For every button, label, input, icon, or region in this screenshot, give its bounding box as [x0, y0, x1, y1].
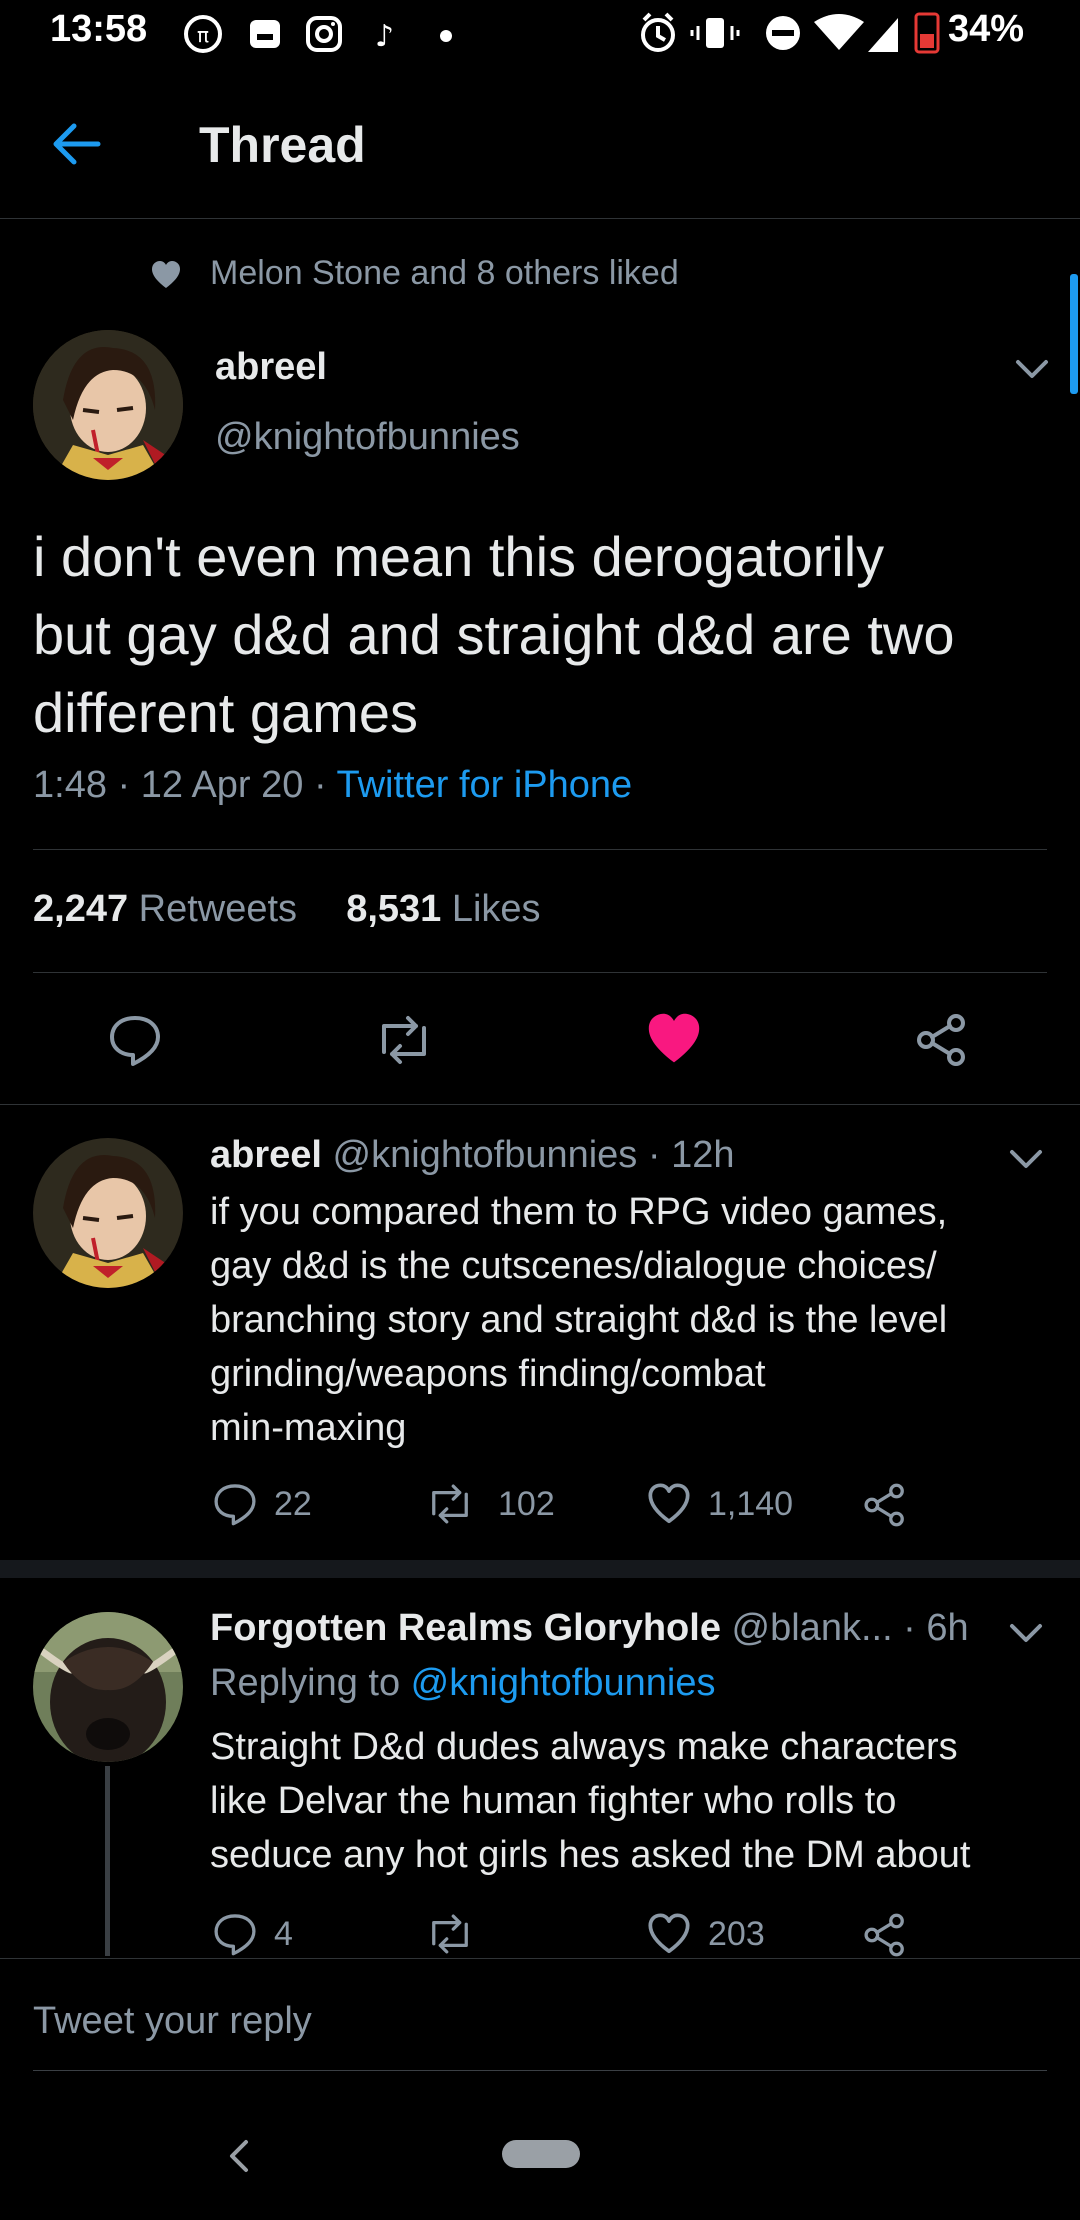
divider — [0, 1104, 1080, 1105]
reply-input[interactable]: Tweet your reply — [33, 2000, 1047, 2043]
chevron-down-icon[interactable] — [1006, 1144, 1046, 1174]
system-icons — [636, 10, 946, 56]
header-divider — [0, 218, 1080, 219]
reply-count: 22 — [274, 1484, 312, 1523]
tweet-text: i don't even mean this derogatorily but … — [33, 518, 954, 752]
back-arrow-icon[interactable] — [48, 116, 104, 172]
reply-text-line: min-maxing — [210, 1407, 407, 1449]
reply-author-name[interactable]: abreel — [210, 1134, 322, 1176]
avatar[interactable] — [33, 1138, 183, 1288]
like-icon-filled[interactable] — [645, 1012, 703, 1066]
like-count: 203 — [708, 1914, 765, 1953]
reply-text-line: Straight D&d dudes always make character… — [210, 1726, 958, 1768]
divider — [33, 972, 1047, 973]
home-pill[interactable] — [502, 2140, 580, 2168]
reply-icon — [214, 1484, 256, 1526]
tweet-text-line: different games — [33, 681, 418, 744]
chevron-down-icon[interactable] — [1006, 1618, 1046, 1648]
retweet-icon[interactable] — [372, 1012, 436, 1068]
retweets-number: 2,247 — [33, 888, 129, 930]
like-action[interactable]: 1,140 — [646, 1480, 793, 1528]
reply-action[interactable]: 22 — [212, 1480, 312, 1528]
thread-line — [105, 1766, 110, 1956]
compose-bar: Tweet your reply — [0, 1958, 1080, 2220]
share-icon[interactable] — [862, 1912, 908, 1958]
scrollbar[interactable] — [1070, 274, 1078, 394]
tweet-source-link[interactable]: Twitter for iPhone — [337, 764, 633, 806]
retweet-icon — [432, 1914, 468, 1954]
retweet-action[interactable]: 102 — [424, 1480, 555, 1528]
reply-author-name[interactable]: Forgotten Realms Gloryhole — [210, 1607, 721, 1649]
retweets-count[interactable]: 2,247 Retweets — [33, 888, 297, 930]
reply-count: 4 — [274, 1914, 293, 1953]
retweet-icon — [432, 1484, 468, 1524]
like-count: 1,140 — [708, 1484, 794, 1523]
retweets-label: Retweets — [138, 888, 298, 930]
reply-text-line: if you compared them to RPG video games, — [210, 1191, 948, 1233]
likes-count[interactable]: 8,531 Likes — [346, 888, 540, 930]
compose-underline — [33, 2070, 1047, 2071]
svg-text:♪: ♪ — [375, 19, 394, 54]
share-icon[interactable] — [862, 1482, 908, 1528]
reply-icon — [214, 1914, 256, 1956]
reply-handle-time[interactable]: @blank... · 6h — [732, 1607, 969, 1649]
reply-text: Straight D&d dudes always make character… — [210, 1720, 970, 1882]
author-handle[interactable]: @knightofbunnies — [215, 416, 520, 459]
tweet-stats: 2,247 Retweets 8,531 Likes — [33, 888, 541, 931]
reply-header: Forgotten Realms Gloryhole @blank... · 6… — [210, 1607, 969, 1650]
replying-to-handle[interactable]: @knightofbunnies — [411, 1662, 716, 1704]
share-icon[interactable] — [914, 1012, 970, 1068]
likes-number: 8,531 — [346, 888, 442, 930]
nav-back-icon[interactable] — [222, 2136, 258, 2176]
retweet-action[interactable] — [424, 1910, 498, 1958]
reply-action[interactable]: 4 — [212, 1910, 293, 1958]
like-action[interactable]: 203 — [646, 1910, 765, 1958]
reply-text-line: like Delvar the human fighter who rolls … — [210, 1780, 897, 1822]
status-time: 13:58 — [50, 8, 148, 50]
reply-text-line: branching story and straight d&d is the … — [210, 1299, 948, 1341]
replying-to-label: Replying to — [210, 1662, 411, 1704]
tweet-text-line: but gay d&d and straight d&d are two — [33, 603, 955, 666]
avatar[interactable] — [33, 1612, 183, 1762]
battery-level: 34% — [948, 8, 1025, 50]
likes-label: Likes — [451, 888, 541, 930]
avatar[interactable] — [33, 330, 183, 480]
reply-handle-time[interactable]: @knightofbunnies · 12h — [333, 1134, 735, 1176]
svg-text:π: π — [197, 23, 209, 47]
reply-text: if you compared them to RPG video games,… — [210, 1185, 947, 1455]
reply-text-line: gay d&d is the cutscenes/dialogue choice… — [210, 1245, 937, 1287]
reply-text-line: seduce any hot girls hes asked the DM ab… — [210, 1834, 971, 1876]
retweet-count: 102 — [498, 1484, 555, 1523]
notification-icons: π ♪ — [180, 12, 470, 56]
chevron-down-icon[interactable] — [1012, 354, 1052, 384]
tweet-timestamp: 1:48 · 12 Apr 20 · — [33, 764, 337, 806]
section-separator — [0, 1560, 1080, 1578]
reply-header: abreel @knightofbunnies · 12h — [210, 1134, 734, 1177]
liked-by-text[interactable]: Melon Stone and 8 others liked — [210, 254, 679, 293]
page-title: Thread — [199, 117, 366, 173]
divider — [33, 849, 1047, 850]
replying-to: Replying to @knightofbunnies — [210, 1662, 715, 1705]
reply-text-line: grinding/weapons finding/combat — [210, 1353, 766, 1395]
tweet-timestamp-row: 1:48 · 12 Apr 20 · Twitter for iPhone — [33, 764, 632, 807]
heart-outline-icon — [648, 1483, 690, 1524]
compose-divider-top — [0, 1958, 1080, 1959]
heart-small-icon — [150, 260, 182, 290]
reply-icon[interactable] — [107, 1012, 163, 1068]
author-name[interactable]: abreel — [215, 346, 327, 389]
tweet-text-line: i don't even mean this derogatorily — [33, 525, 885, 588]
heart-outline-icon — [648, 1913, 690, 1954]
